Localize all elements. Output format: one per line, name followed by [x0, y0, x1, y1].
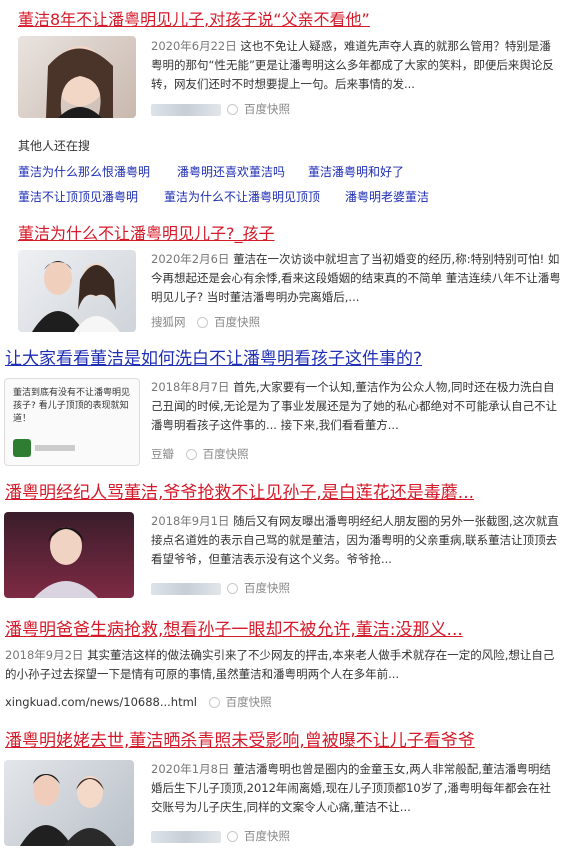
result-thumbnail[interactable]	[18, 250, 136, 332]
result-date: 2018年8月7日	[151, 380, 230, 394]
snapshot-link[interactable]: 百度快照	[214, 315, 260, 329]
result-footer: 百度快照	[151, 580, 290, 596]
result-thumbnail[interactable]	[4, 760, 134, 846]
couple-image	[32, 261, 120, 332]
result-title-link[interactable]: 让大家看看董洁是如何洗白不让潘粤明看孩子这件事的?	[5, 348, 570, 370]
portrait-image	[34, 527, 98, 598]
snapshot-link[interactable]: 百度快照	[244, 829, 290, 843]
result-footer: 搜狐网 百度快照	[151, 314, 260, 330]
result-title-link[interactable]: 潘粤明爸爸生病抢救,想看孙子一眼却不被允许,董洁:没那义...	[5, 619, 570, 641]
source-site: 搜狐网	[151, 315, 186, 329]
snapshot-icon	[227, 104, 238, 115]
result-thumbnail[interactable]	[18, 36, 136, 118]
result-footer: 豆瓣 百度快照	[151, 446, 249, 462]
result-url[interactable]: xingkuad.com/news/10688...html	[5, 695, 197, 709]
result-snippet: 2020年6月22日 这也不免让人疑惑，难道先声夺人真的就那么管用？特别是潘粤明…	[151, 37, 561, 94]
result-title-link[interactable]: 潘粤明经纪人骂董洁,爷爷抢救不让见孙子,是白莲花还是毒蘑...	[5, 482, 570, 504]
snapshot-link[interactable]: 百度快照	[244, 102, 290, 116]
result-footer: 百度快照	[151, 828, 290, 844]
source-site: 豆瓣	[151, 447, 174, 461]
snapshot-icon	[197, 317, 209, 328]
result-snippet: 2020年2月6日 董洁在一次访谈中就坦言了当初婚变的经历,称:特别特别可怕! …	[151, 250, 561, 307]
related-link[interactable]: 潘粤明还喜欢董洁吗	[177, 163, 285, 180]
result-snippet: 2018年9月2日 其实董洁这样的做法确实引来了不少网友的抨击,本来老人做手术就…	[5, 646, 560, 684]
result-date: 2020年6月22日	[151, 39, 237, 53]
result-title-link[interactable]: 董洁为什么不让潘粤明见儿子?_孩子	[18, 223, 563, 245]
related-link[interactable]: 潘粤明老婆董洁	[345, 188, 429, 205]
result-snippet: 2020年1月8日 董洁潘粤明也曾是圈内的金童玉女,两人非常般配,董洁潘粤明结婚…	[151, 760, 561, 817]
result-date: 2020年2月6日	[151, 252, 230, 266]
blurred-source	[151, 103, 221, 116]
portrait-image	[46, 46, 113, 118]
thumbnail-avatar	[13, 439, 31, 457]
search-result: 董洁8年不让潘粤明见儿子,对孩子说“父亲不看他” 2020年6月22日 这也不免…	[0, 0, 575, 130]
snapshot-link[interactable]: 百度快照	[203, 447, 249, 461]
related-link[interactable]: 董洁为什么那么恨潘粤明	[18, 163, 150, 180]
result-date: 2018年9月1日	[151, 514, 230, 528]
snapshot-icon	[208, 697, 220, 708]
result-date: 2018年9月2日	[5, 648, 84, 662]
result-snippet: 2018年9月1日 随后又有网友曝出潘粤明经纪人朋友圈的另外一张截图,这次就直接…	[151, 512, 561, 569]
snapshot-icon	[185, 449, 197, 460]
related-heading: 其他人还在搜	[18, 139, 91, 153]
result-thumbnail[interactable]	[4, 512, 134, 598]
blurred-source	[151, 830, 221, 843]
thumbnail-caption: 董洁到底有没有不让潘粤明见孩子? 看儿子顶顶的表现就知道！	[13, 388, 131, 424]
result-footer: 百度快照	[151, 101, 290, 117]
result-title-link[interactable]: 潘粤明姥姥去世,董洁晒杀青照未受影响,曾被曝不让儿子看爷爷	[5, 730, 570, 752]
snapshot-link[interactable]: 百度快照	[226, 695, 272, 709]
result-snippet: 2018年8月7日 首先,大家要有一个认知,董洁作为公众人物,同时还在极力洗白自…	[151, 378, 561, 435]
snapshot-icon	[227, 583, 238, 594]
thumbnail-line	[35, 445, 75, 451]
result-footer: xingkuad.com/news/10688...html 百度快照	[5, 694, 272, 710]
result-title-link[interactable]: 董洁8年不让潘粤明见儿子,对孩子说“父亲不看他”	[18, 9, 563, 31]
blurred-source	[151, 582, 221, 595]
result-thumbnail[interactable]: 董洁到底有没有不让潘粤明见孩子? 看儿子顶顶的表现就知道！	[4, 378, 140, 466]
related-link[interactable]: 董洁潘粤明和好了	[308, 163, 404, 180]
snapshot-link[interactable]: 百度快照	[244, 581, 290, 595]
related-link[interactable]: 董洁不让顶顶见潘粤明	[18, 188, 138, 205]
related-link[interactable]: 董洁为什么不让潘粤明见顶顶	[164, 188, 320, 205]
snippet-text: 其实董洁这样的做法确实引来了不少网友的抨击,本来老人做手术就存在一定的风险,想让…	[5, 648, 555, 681]
couple-image	[20, 774, 116, 846]
result-date: 2020年1月8日	[151, 762, 230, 776]
snapshot-icon	[227, 831, 238, 842]
